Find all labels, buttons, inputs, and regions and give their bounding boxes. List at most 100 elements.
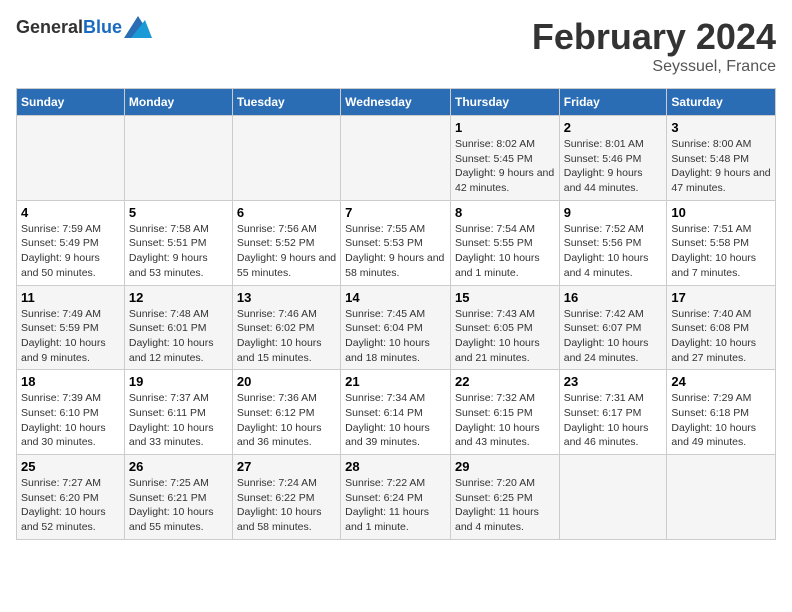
day-number: 7 xyxy=(345,205,446,220)
day-detail: Sunrise: 7:55 AM Sunset: 5:53 PM Dayligh… xyxy=(345,222,446,281)
week-row-2: 4 Sunrise: 7:59 AM Sunset: 5:49 PM Daylig… xyxy=(17,200,776,285)
day-cell: 1 Sunrise: 8:02 AM Sunset: 5:45 PM Daylig… xyxy=(450,116,559,201)
day-detail: Sunrise: 7:32 AM Sunset: 6:15 PM Dayligh… xyxy=(455,391,555,450)
day-detail: Sunrise: 7:54 AM Sunset: 5:55 PM Dayligh… xyxy=(455,222,555,281)
col-friday: Friday xyxy=(559,89,667,116)
day-detail: Sunrise: 8:01 AM Sunset: 5:46 PM Dayligh… xyxy=(564,137,663,196)
day-number: 28 xyxy=(345,459,446,474)
day-cell: 27 Sunrise: 7:24 AM Sunset: 6:22 PM Dayli… xyxy=(232,455,340,540)
day-detail: Sunrise: 7:36 AM Sunset: 6:12 PM Dayligh… xyxy=(237,391,336,450)
day-detail: Sunrise: 7:49 AM Sunset: 5:59 PM Dayligh… xyxy=(21,307,120,366)
day-cell: 13 Sunrise: 7:46 AM Sunset: 6:02 PM Dayli… xyxy=(232,285,340,370)
col-wednesday: Wednesday xyxy=(341,89,451,116)
subtitle: Seyssuel, France xyxy=(532,58,776,76)
header-row: Sunday Monday Tuesday Wednesday Thursday… xyxy=(17,89,776,116)
day-number: 21 xyxy=(345,374,446,389)
calendar-table: Sunday Monday Tuesday Wednesday Thursday… xyxy=(16,88,776,540)
day-cell: 8 Sunrise: 7:54 AM Sunset: 5:55 PM Daylig… xyxy=(450,200,559,285)
day-cell xyxy=(559,455,667,540)
day-cell xyxy=(341,116,451,201)
day-number: 2 xyxy=(564,120,663,135)
day-cell: 17 Sunrise: 7:40 AM Sunset: 6:08 PM Dayli… xyxy=(667,285,776,370)
day-number: 27 xyxy=(237,459,336,474)
day-detail: Sunrise: 7:46 AM Sunset: 6:02 PM Dayligh… xyxy=(237,307,336,366)
day-number: 4 xyxy=(21,205,120,220)
day-number: 10 xyxy=(671,205,771,220)
col-sunday: Sunday xyxy=(17,89,125,116)
day-number: 1 xyxy=(455,120,555,135)
col-thursday: Thursday xyxy=(450,89,559,116)
day-number: 16 xyxy=(564,290,663,305)
day-cell: 29 Sunrise: 7:20 AM Sunset: 6:25 PM Dayli… xyxy=(450,455,559,540)
day-cell: 14Sunrise: 7:45 AM Sunset: 6:04 PM Dayli… xyxy=(341,285,451,370)
day-cell: 6 Sunrise: 7:56 AM Sunset: 5:52 PM Daylig… xyxy=(232,200,340,285)
header: GeneralBlue February 2024 Seyssuel, Fran… xyxy=(16,16,776,76)
day-cell: 18Sunrise: 7:39 AM Sunset: 6:10 PM Dayli… xyxy=(17,370,125,455)
day-detail: Sunrise: 7:51 AM Sunset: 5:58 PM Dayligh… xyxy=(671,222,771,281)
col-saturday: Saturday xyxy=(667,89,776,116)
day-cell: 7 Sunrise: 7:55 AM Sunset: 5:53 PM Daylig… xyxy=(341,200,451,285)
day-detail: Sunrise: 7:31 AM Sunset: 6:17 PM Dayligh… xyxy=(564,391,663,450)
day-detail: Sunrise: 7:48 AM Sunset: 6:01 PM Dayligh… xyxy=(129,307,228,366)
day-detail: Sunrise: 7:27 AM Sunset: 6:20 PM Dayligh… xyxy=(21,476,120,535)
day-number: 26 xyxy=(129,459,228,474)
day-detail: Sunrise: 7:24 AM Sunset: 6:22 PM Dayligh… xyxy=(237,476,336,535)
day-cell: 15 Sunrise: 7:43 AM Sunset: 6:05 PM Dayli… xyxy=(450,285,559,370)
day-cell: 3Sunrise: 8:00 AM Sunset: 5:48 PM Daylig… xyxy=(667,116,776,201)
day-number: 15 xyxy=(455,290,555,305)
day-number: 3 xyxy=(671,120,771,135)
day-detail: Sunrise: 7:25 AM Sunset: 6:21 PM Dayligh… xyxy=(129,476,228,535)
day-number: 17 xyxy=(671,290,771,305)
day-number: 25 xyxy=(21,459,120,474)
day-number: 23 xyxy=(564,374,663,389)
week-row-3: 11 Sunrise: 7:49 AM Sunset: 5:59 PM Dayli… xyxy=(17,285,776,370)
week-row-1: 1 Sunrise: 8:02 AM Sunset: 5:45 PM Daylig… xyxy=(17,116,776,201)
logo-blue: Blue xyxy=(83,17,122,37)
day-cell: 12 Sunrise: 7:48 AM Sunset: 6:01 PM Dayli… xyxy=(124,285,232,370)
day-cell xyxy=(124,116,232,201)
day-detail: Sunrise: 7:40 AM Sunset: 6:08 PM Dayligh… xyxy=(671,307,771,366)
day-number: 13 xyxy=(237,290,336,305)
day-detail: Sunrise: 7:20 AM Sunset: 6:25 PM Dayligh… xyxy=(455,476,555,535)
day-detail: Sunrise: 7:37 AM Sunset: 6:11 PM Dayligh… xyxy=(129,391,228,450)
day-number: 24 xyxy=(671,374,771,389)
day-detail: Sunrise: 7:34 AM Sunset: 6:14 PM Dayligh… xyxy=(345,391,446,450)
day-detail: Sunrise: 7:59 AM Sunset: 5:49 PM Dayligh… xyxy=(21,222,120,281)
day-number: 6 xyxy=(237,205,336,220)
day-number: 5 xyxy=(129,205,228,220)
day-cell xyxy=(17,116,125,201)
day-detail: Sunrise: 7:43 AM Sunset: 6:05 PM Dayligh… xyxy=(455,307,555,366)
day-cell: 19Sunrise: 7:37 AM Sunset: 6:11 PM Dayli… xyxy=(124,370,232,455)
day-cell: 24Sunrise: 7:29 AM Sunset: 6:18 PM Dayli… xyxy=(667,370,776,455)
day-cell: 2 Sunrise: 8:01 AM Sunset: 5:46 PM Daylig… xyxy=(559,116,667,201)
day-number: 9 xyxy=(564,205,663,220)
day-number: 11 xyxy=(21,290,120,305)
day-number: 29 xyxy=(455,459,555,474)
day-detail: Sunrise: 7:52 AM Sunset: 5:56 PM Dayligh… xyxy=(564,222,663,281)
day-cell xyxy=(232,116,340,201)
col-tuesday: Tuesday xyxy=(232,89,340,116)
logo: GeneralBlue xyxy=(16,16,152,38)
day-number: 8 xyxy=(455,205,555,220)
day-cell: 11 Sunrise: 7:49 AM Sunset: 5:59 PM Dayli… xyxy=(17,285,125,370)
day-cell xyxy=(667,455,776,540)
day-cell: 25 Sunrise: 7:27 AM Sunset: 6:20 PM Dayli… xyxy=(17,455,125,540)
day-detail: Sunrise: 8:02 AM Sunset: 5:45 PM Dayligh… xyxy=(455,137,555,196)
day-number: 12 xyxy=(129,290,228,305)
day-cell: 21 Sunrise: 7:34 AM Sunset: 6:14 PM Dayli… xyxy=(341,370,451,455)
logo-icon xyxy=(124,16,152,38)
day-detail: Sunrise: 7:58 AM Sunset: 5:51 PM Dayligh… xyxy=(129,222,228,281)
day-number: 22 xyxy=(455,374,555,389)
day-cell: 20 Sunrise: 7:36 AM Sunset: 6:12 PM Dayli… xyxy=(232,370,340,455)
day-cell: 23 Sunrise: 7:31 AM Sunset: 6:17 PM Dayli… xyxy=(559,370,667,455)
day-number: 14 xyxy=(345,290,446,305)
day-cell: 16 Sunrise: 7:42 AM Sunset: 6:07 PM Dayli… xyxy=(559,285,667,370)
week-row-5: 25 Sunrise: 7:27 AM Sunset: 6:20 PM Dayli… xyxy=(17,455,776,540)
day-detail: Sunrise: 7:56 AM Sunset: 5:52 PM Dayligh… xyxy=(237,222,336,281)
day-cell: 9 Sunrise: 7:52 AM Sunset: 5:56 PM Daylig… xyxy=(559,200,667,285)
day-cell: 10 Sunrise: 7:51 AM Sunset: 5:58 PM Dayli… xyxy=(667,200,776,285)
day-detail: Sunrise: 7:42 AM Sunset: 6:07 PM Dayligh… xyxy=(564,307,663,366)
day-detail: Sunrise: 7:22 AM Sunset: 6:24 PM Dayligh… xyxy=(345,476,446,535)
day-number: 20 xyxy=(237,374,336,389)
logo-text: GeneralBlue xyxy=(16,17,122,38)
